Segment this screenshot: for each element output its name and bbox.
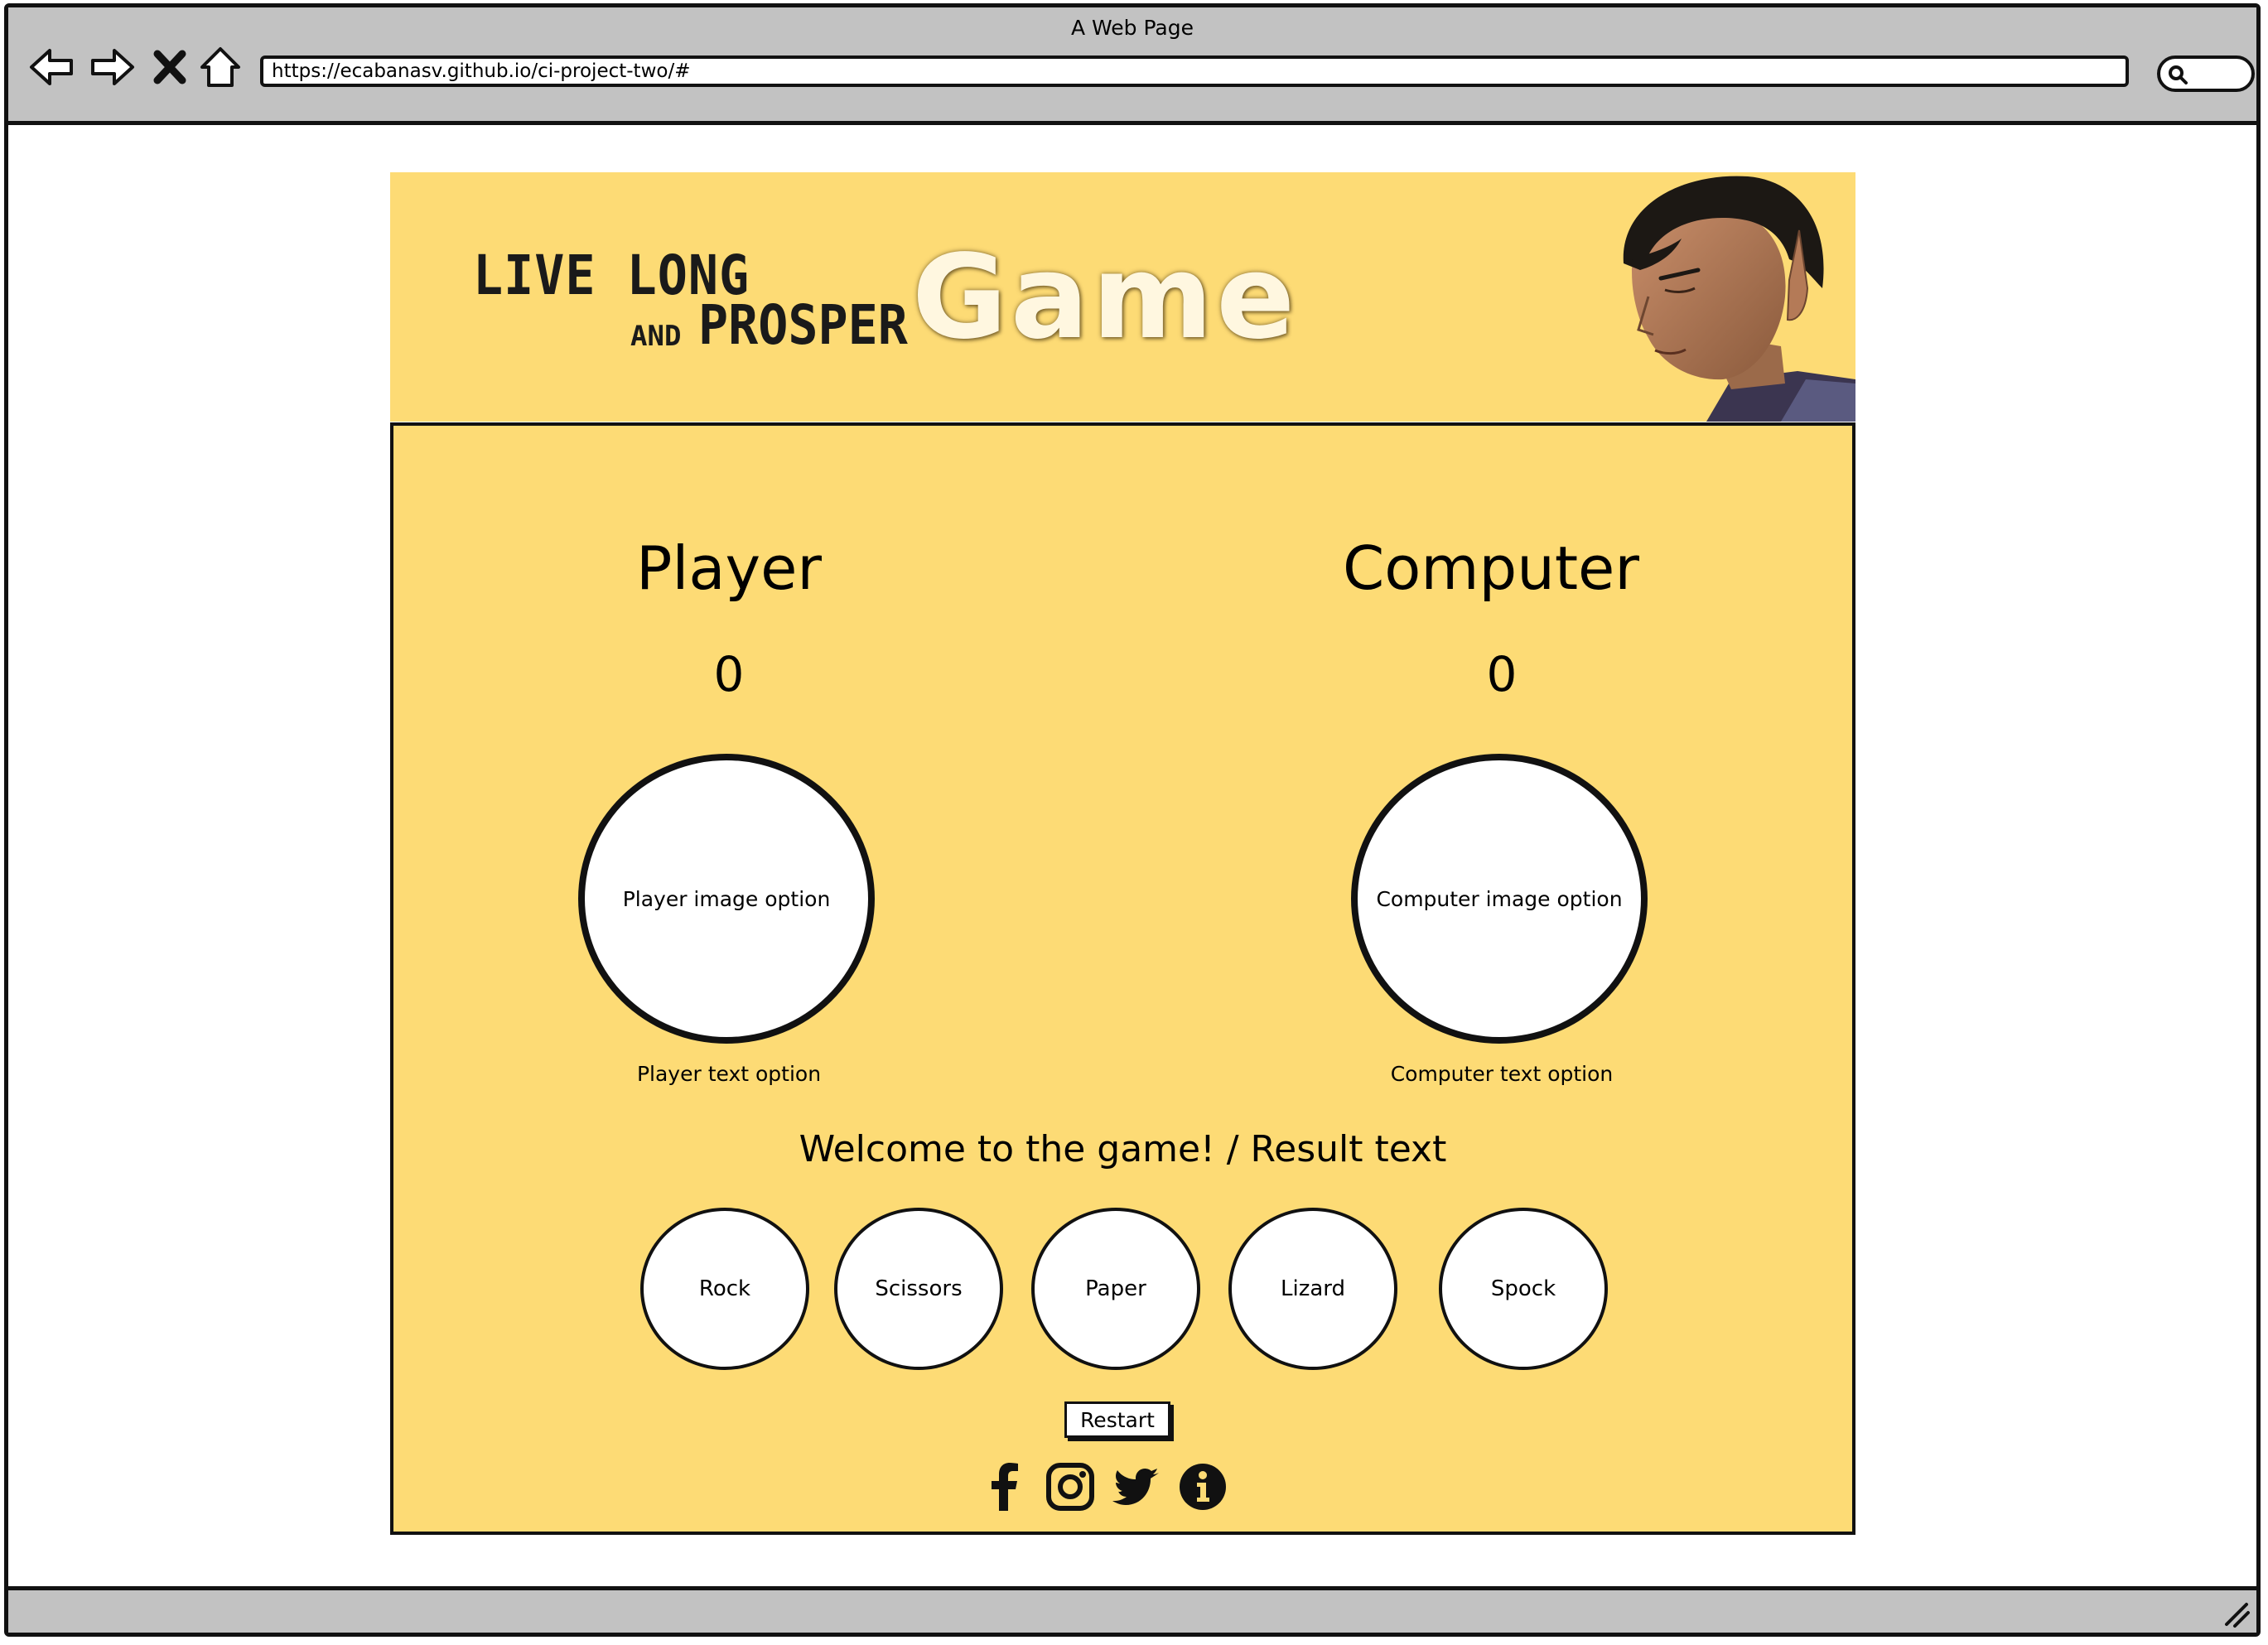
player-score: 0 [713,646,745,702]
instagram-icon[interactable] [1045,1461,1096,1512]
rock-button[interactable]: Rock [640,1208,809,1370]
game-panel: Player Computer 0 0 Player image option … [390,422,1855,1535]
close-icon[interactable] [151,42,189,92]
scissors-button[interactable]: Scissors [834,1208,1003,1370]
logo-text-prosper: PROSPER [698,293,908,358]
info-icon[interactable] [1177,1461,1228,1512]
computer-image-option-label: Computer image option [1376,886,1623,911]
computer-score: 0 [1486,646,1518,702]
spock-portrait-image [1582,172,1855,422]
facebook-icon[interactable] [978,1461,1030,1512]
lizard-button[interactable]: Lizard [1228,1208,1397,1370]
address-bar[interactable]: https://ecabanasv.github.io/ci-project-t… [260,55,2129,87]
logo-text-game: Game [912,230,1299,365]
computer-text-option: Computer text option [1390,1062,1614,1086]
browser-toolbar: A Web Page https://ecabanasv.github.io/c… [8,7,2256,125]
spock-button[interactable]: Spock [1439,1208,1608,1370]
home-icon[interactable] [197,42,244,92]
browser-search-field[interactable] [2157,55,2255,92]
player-text-option: Player text option [636,1062,822,1086]
back-arrow-icon[interactable] [27,42,76,92]
player-image-option-label: Player image option [622,886,831,911]
computer-title: Computer [1343,533,1639,603]
twitter-icon[interactable] [1111,1461,1162,1512]
window-title: A Web Page [1070,16,1194,40]
forward-arrow-icon[interactable] [88,42,138,92]
page-header-banner: LIVE LONG AND PROSPER Game [390,172,1855,422]
logo-text-and: AND [630,320,682,353]
player-image-option: Player image option [578,754,875,1044]
search-icon [2169,65,2188,84]
resize-grip-icon[interactable] [2222,1599,2251,1629]
result-text: Welcome to the game! / Result text [799,1128,1447,1170]
player-title: Player [635,533,823,603]
restart-button[interactable]: Restart [1064,1401,1170,1438]
status-bar [8,1586,2256,1633]
computer-image-option: Computer image option [1351,754,1648,1044]
paper-button[interactable]: Paper [1031,1208,1200,1370]
